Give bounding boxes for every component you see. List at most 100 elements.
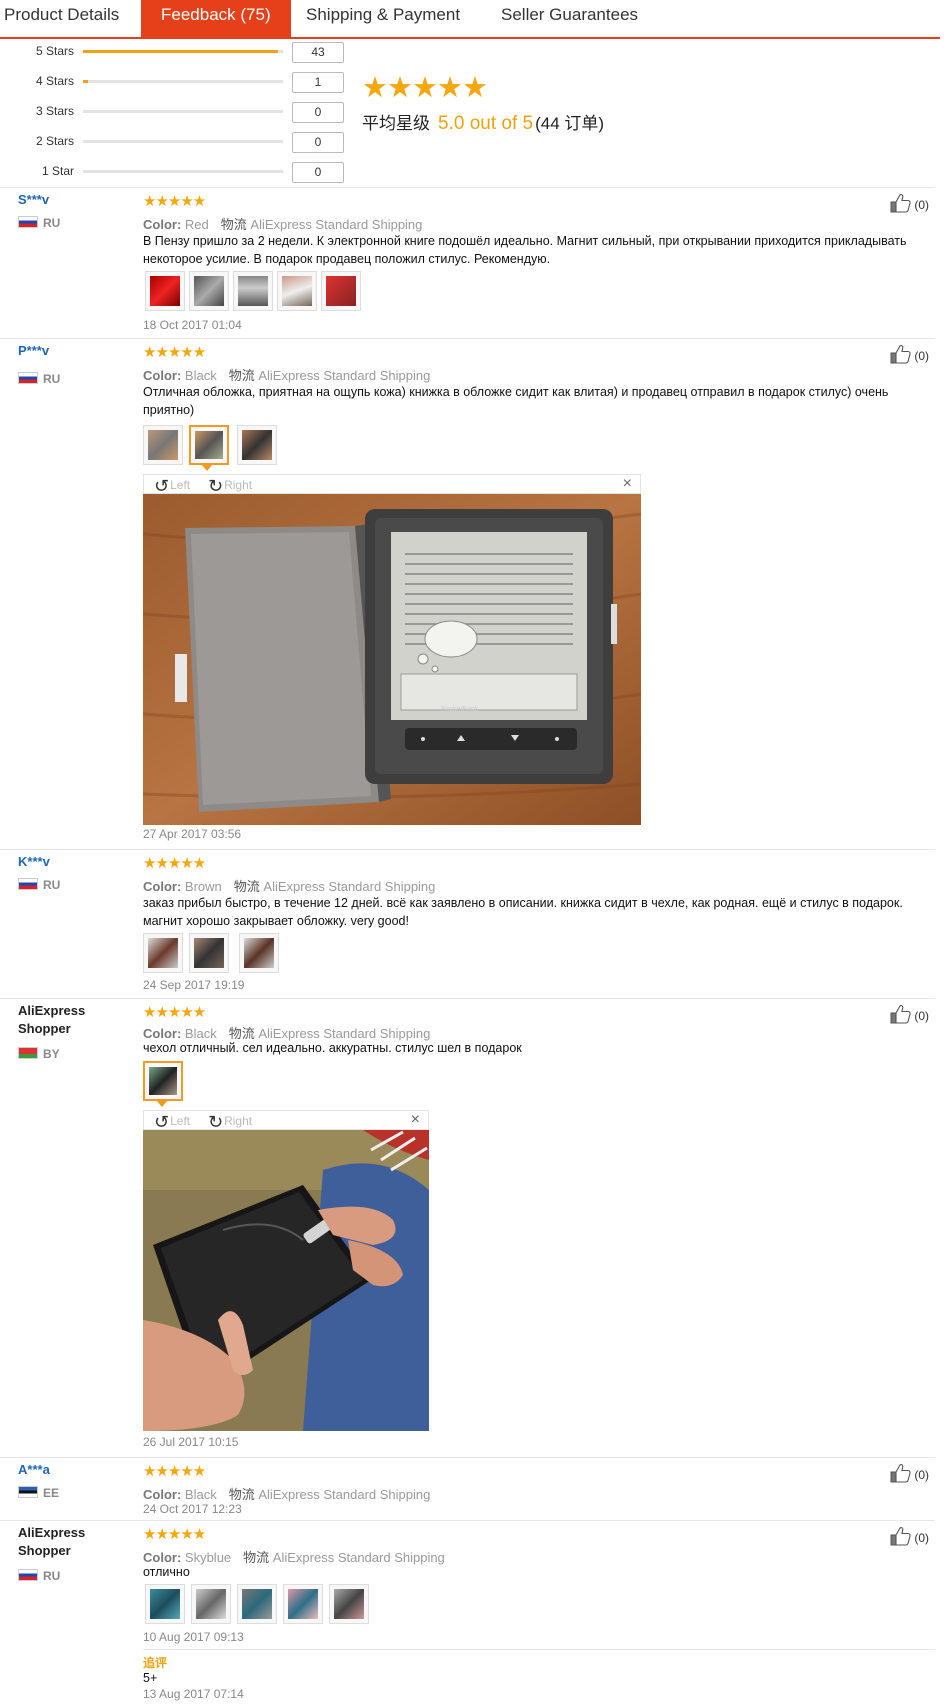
review-meta: Color: Black 物流 AliExpress Standard Shipp…	[143, 1487, 431, 1502]
review-item: AliExpress Shopper BY ★★★★★ (0) Color: B…	[0, 998, 935, 1457]
review-photo-thumb[interactable]	[189, 271, 229, 311]
like-button[interactable]: (0)	[890, 193, 929, 213]
reviewer-name[interactable]: A***a	[18, 1461, 50, 1479]
review-item: A***a EE ★★★★★ (0) Color: Black 物流 AliExp…	[0, 1457, 935, 1520]
ereader-brand: PocketBook	[441, 706, 479, 713]
rating-count: 43	[292, 42, 344, 63]
flag-icon	[18, 372, 38, 384]
review-stars: ★★★★★	[143, 1463, 206, 1480]
rating-bar-fill	[83, 50, 279, 53]
review-photo-thumb-selected[interactable]	[189, 425, 229, 465]
tab-bar: Product Details Feedback (75) Shipping &…	[0, 0, 940, 39]
close-icon[interactable]: ×	[623, 475, 632, 493]
rating-bar	[83, 50, 283, 53]
review-date: 24 Oct 2017 12:23	[143, 1502, 242, 1516]
review-meta: Color: Brown 物流 AliExpress Standard Shipp…	[143, 879, 436, 894]
like-button[interactable]: (0)	[890, 1526, 929, 1546]
tab-shipping-payment[interactable]: Shipping & Payment	[306, 0, 460, 37]
review-photo-thumb[interactable]	[143, 425, 183, 465]
rating-bar	[83, 170, 283, 173]
review-item: AliExpress Shopper RU ★★★★★ (0) Color: S…	[0, 1520, 935, 1705]
flag-icon	[18, 1486, 38, 1498]
thumbs-up-icon	[890, 193, 912, 213]
review-photo-thumb[interactable]	[191, 1584, 231, 1624]
reviewer-name[interactable]: K***v	[18, 853, 50, 871]
rating-count: 0	[292, 102, 344, 123]
review-photo-thumb[interactable]	[283, 1584, 323, 1624]
review-item: S***v RU ★★★★★ (0) Color: Red 物流 AliExpre…	[0, 187, 935, 338]
review-photo-thumb[interactable]	[145, 1584, 185, 1624]
review-item: K***v RU ★★★★★ Color: Brown 物流 AliExpress…	[0, 849, 935, 998]
review-photo-thumb-selected[interactable]	[143, 1061, 183, 1101]
like-button[interactable]: (0)	[890, 344, 929, 364]
review-photo-large: PocketBook	[142, 494, 642, 825]
followup-divider	[143, 1649, 935, 1650]
rating-bar-fill	[83, 80, 88, 83]
review-photo-thumb[interactable]	[143, 933, 183, 973]
review-photo-thumb[interactable]	[237, 425, 277, 465]
tab-feedback[interactable]: Feedback (75)	[141, 0, 291, 37]
followup-text: 5+	[143, 1671, 158, 1685]
rating-bar	[83, 110, 283, 113]
review-date: 18 Oct 2017 01:04	[143, 318, 242, 332]
close-icon[interactable]: ×	[411, 1111, 420, 1129]
photo-viewer-toolbar: ↺Left ↻Right ×	[143, 474, 641, 496]
like-button[interactable]: (0)	[890, 1004, 929, 1024]
rating-bar	[83, 140, 283, 143]
reviewer-country: RU	[18, 216, 60, 230]
average-label: 平均星级	[362, 114, 430, 133]
selected-caret-icon	[201, 464, 213, 471]
review-stars: ★★★★★	[143, 1526, 206, 1543]
flag-icon	[18, 878, 38, 890]
thumbs-up-icon	[890, 344, 912, 364]
review-photo-thumb[interactable]	[233, 271, 273, 311]
followup-date: 13 Aug 2017 07:14	[143, 1687, 244, 1701]
review-photo-thumb[interactable]	[239, 933, 279, 973]
flag-icon	[18, 216, 38, 228]
reviewer-country: RU	[18, 878, 60, 892]
selected-caret-icon	[156, 1100, 168, 1107]
rating-label: 1 Star	[41, 164, 74, 178]
average-rating: 平均星级 5.0 out of 5 (44 订单)	[362, 109, 604, 135]
review-photo-thumb[interactable]	[189, 933, 229, 973]
review-date: 26 Jul 2017 10:15	[143, 1435, 239, 1449]
rating-count: 0	[292, 162, 344, 183]
reviewer-name[interactable]: S***v	[18, 191, 49, 209]
reviewer-country: EE	[18, 1486, 59, 1500]
reviewer-name[interactable]: P***v	[18, 342, 49, 360]
rating-label: 3 Stars	[35, 104, 74, 118]
review-stars: ★★★★★	[143, 193, 206, 210]
review-photo-thumb[interactable]	[277, 271, 317, 311]
tab-seller-guarantees[interactable]: Seller Guarantees	[501, 0, 638, 37]
tab-product-details[interactable]: Product Details	[4, 0, 119, 37]
ereader-in-case-photo	[142, 494, 642, 825]
review-photo-thumb[interactable]	[237, 1584, 277, 1624]
average-stars: ★★★★★	[362, 72, 488, 104]
reviewer-name[interactable]: AliExpress Shopper	[18, 1002, 118, 1038]
review-stars: ★★★★★	[143, 344, 206, 361]
review-meta: Color: Red 物流 AliExpress Standard Shippin…	[143, 217, 423, 232]
reviewer-country: BY	[18, 1047, 60, 1061]
average-orders: (44 订单)	[535, 114, 605, 133]
reviewer-country: RU	[18, 1569, 60, 1583]
like-button[interactable]: (0)	[890, 1463, 929, 1483]
rating-bar	[83, 80, 283, 83]
review-text: заказ прибыл быстро, в течение 12 дней. …	[143, 896, 903, 928]
review-text: Отличная обложка, приятная на ощупь кожа…	[143, 385, 889, 417]
review-stars: ★★★★★	[143, 855, 206, 872]
reviewer-name[interactable]: AliExpress Shopper	[18, 1524, 118, 1560]
review-text: В Пензу пришло за 2 недели. К электронно…	[143, 234, 907, 266]
thumbs-up-icon	[890, 1526, 912, 1546]
rating-count: 1	[292, 72, 344, 93]
review-photo-thumb[interactable]	[321, 271, 361, 311]
thumbs-up-icon	[890, 1463, 912, 1483]
rating-count: 0	[292, 132, 344, 153]
thumbs-up-icon	[890, 1004, 912, 1024]
review-photo-thumb[interactable]	[145, 271, 185, 311]
review-text: отлично	[143, 1565, 190, 1579]
hands-holding-case-photo	[143, 1130, 429, 1431]
rating-label: 4 Stars	[35, 74, 74, 88]
review-photo-thumb[interactable]	[329, 1584, 369, 1624]
review-item: P***v RU ★★★★★ (0) Color: Black 物流 AliExp…	[0, 338, 935, 849]
flag-icon	[18, 1569, 38, 1581]
